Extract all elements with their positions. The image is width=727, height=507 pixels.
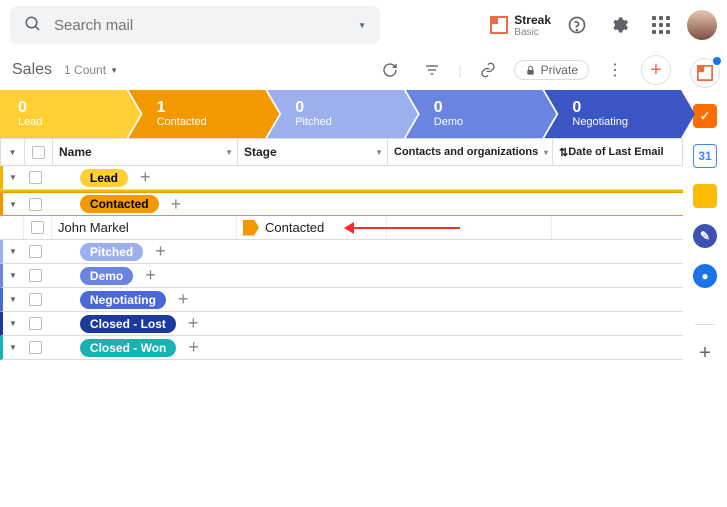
count-dropdown[interactable]: 1 Count▼	[64, 63, 118, 77]
add-row-icon[interactable]: +	[155, 241, 166, 262]
collapse-icon[interactable]: ▼	[9, 200, 17, 209]
collapse-icon[interactable]: ▼	[9, 247, 17, 256]
col-date[interactable]: ⇅ Date of Last Email	[553, 139, 682, 165]
cell-name[interactable]: John Markel	[52, 216, 237, 239]
search-icon	[24, 15, 42, 36]
stage-tag[interactable]: Demo	[80, 267, 133, 285]
streak-badge[interactable]: Streak Basic	[490, 13, 551, 38]
add-row-icon[interactable]: +	[145, 265, 156, 286]
add-row-icon[interactable]: +	[171, 194, 182, 215]
filter-icon[interactable]	[416, 54, 448, 86]
stage-tag[interactable]: Pitched	[80, 243, 143, 261]
group-checkbox[interactable]	[29, 293, 42, 306]
add-row-icon[interactable]: +	[188, 337, 199, 358]
brand-name: Streak	[514, 13, 551, 27]
search-input[interactable]	[54, 17, 346, 34]
contacts-icon[interactable]: ●	[693, 264, 717, 288]
stage-tag[interactable]: Lead	[80, 169, 128, 187]
side-rail: ✓ 31 ✎ ● +	[683, 50, 727, 365]
annotation-arrow-icon	[350, 227, 460, 229]
more-icon[interactable]: ⋮	[599, 54, 631, 86]
group-demo: ▼ Demo +	[0, 264, 683, 288]
tasks2-icon[interactable]: ✎	[693, 224, 717, 248]
expand-all-icon[interactable]: ▼	[9, 148, 17, 157]
refresh-icon[interactable]	[374, 54, 406, 86]
add-row-icon[interactable]: +	[188, 313, 199, 334]
group-contacted: ▼ Contacted +	[0, 192, 683, 216]
add-row-icon[interactable]: +	[140, 167, 151, 188]
group-checkbox[interactable]	[29, 245, 42, 258]
lock-icon	[525, 65, 536, 76]
column-headers: ▼ Name▼ Stage▼ Contacts and organization…	[0, 138, 683, 166]
funnel-stage-contacted[interactable]: 1Contacted	[129, 90, 280, 138]
col-stage[interactable]: Stage▼	[238, 139, 388, 165]
stage-tag[interactable]: Contacted	[80, 195, 159, 213]
group-checkbox[interactable]	[29, 317, 42, 330]
col-contacts[interactable]: Contacts and organizations▾	[388, 139, 553, 165]
stage-funnel: 0Lead1Contacted0Pitched0Demo0Negotiating	[0, 90, 683, 138]
add-panel-icon[interactable]: +	[693, 341, 717, 365]
gear-icon[interactable]	[603, 9, 635, 41]
col-name[interactable]: Name▼	[53, 139, 238, 165]
help-icon[interactable]	[561, 9, 593, 41]
apps-icon[interactable]	[645, 9, 677, 41]
collapse-icon[interactable]: ▼	[9, 319, 17, 328]
row-checkbox[interactable]	[31, 221, 44, 234]
stage-arrow-icon	[243, 220, 259, 236]
streak-panel-icon[interactable]	[690, 58, 720, 88]
funnel-stage-negotiating[interactable]: 0Negotiating	[544, 90, 695, 138]
funnel-stage-lead[interactable]: 0Lead	[0, 90, 141, 138]
collapse-icon[interactable]: ▼	[9, 343, 17, 352]
collapse-icon[interactable]: ▼	[9, 271, 17, 280]
table-row[interactable]: John MarkelContacted	[0, 216, 683, 240]
stage-tag[interactable]: Closed - Won	[80, 339, 176, 357]
add-row-icon[interactable]: +	[178, 289, 189, 310]
group-checkbox[interactable]	[29, 269, 42, 282]
private-button[interactable]: Private	[514, 60, 589, 80]
group-checkbox[interactable]	[29, 171, 42, 184]
avatar[interactable]	[687, 10, 717, 40]
chevron-down-icon[interactable]: ▼	[358, 21, 366, 30]
stage-tag[interactable]: Negotiating	[80, 291, 166, 309]
keep-icon[interactable]	[693, 184, 717, 208]
pipeline-title[interactable]: Sales	[12, 61, 52, 79]
add-button[interactable]: +	[641, 55, 671, 85]
group-negotiating: ▼ Negotiating +	[0, 288, 683, 312]
group-checkbox[interactable]	[29, 198, 42, 211]
search-box[interactable]: ▼	[10, 6, 380, 44]
funnel-stage-demo[interactable]: 0Demo	[406, 90, 557, 138]
select-all-checkbox[interactable]	[32, 146, 45, 159]
calendar-icon[interactable]: 31	[693, 144, 717, 168]
group-closed---lost: ▼ Closed - Lost +	[0, 312, 683, 336]
group-lead: ▼ Lead +	[0, 166, 683, 190]
link-icon[interactable]	[472, 54, 504, 86]
stage-tag[interactable]: Closed - Lost	[80, 315, 176, 333]
tasks-icon[interactable]: ✓	[693, 104, 717, 128]
brand-tier: Basic	[514, 27, 551, 38]
collapse-icon[interactable]: ▼	[9, 295, 17, 304]
annotation-arrow-head-icon	[344, 222, 354, 234]
group-closed---won: ▼ Closed - Won +	[0, 336, 683, 360]
group-pitched: ▼ Pitched +	[0, 240, 683, 264]
streak-icon	[490, 16, 508, 34]
group-checkbox[interactable]	[29, 341, 42, 354]
funnel-stage-pitched[interactable]: 0Pitched	[267, 90, 418, 138]
collapse-icon[interactable]: ▼	[9, 173, 17, 182]
